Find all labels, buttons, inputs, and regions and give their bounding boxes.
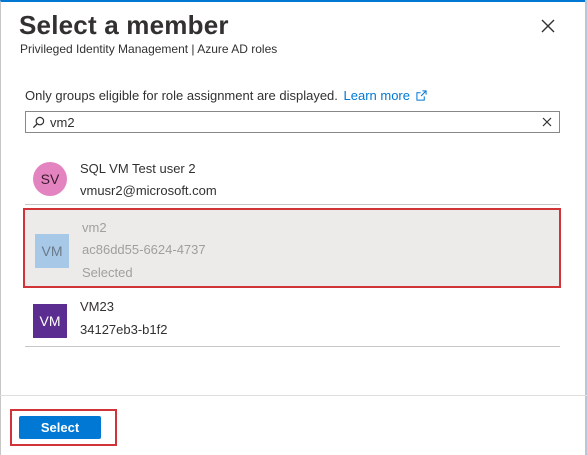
result-name: VM23 xyxy=(80,299,114,314)
avatar: VM xyxy=(33,304,67,338)
close-button[interactable] xyxy=(538,16,558,36)
external-link-icon xyxy=(416,90,427,101)
result-detail: vmusr2@microsoft.com xyxy=(80,183,217,198)
search-box[interactable]: vm2 xyxy=(25,111,560,133)
page-title: Select a member xyxy=(19,10,229,40)
select-button-highlight xyxy=(10,409,117,446)
info-message: Only groups eligible for role assignment… xyxy=(25,88,427,103)
clear-search-icon[interactable] xyxy=(542,117,552,127)
result-name: vm2 xyxy=(82,220,107,235)
search-input[interactable]: vm2 xyxy=(50,115,75,130)
avatar: VM xyxy=(35,234,69,268)
info-text: Only groups eligible for role assignment… xyxy=(25,88,338,103)
avatar: SV xyxy=(33,162,67,196)
result-name: SQL VM Test user 2 xyxy=(80,161,196,176)
result-item-vm2-selected[interactable]: VM vm2 ac86dd55-6624-4737 Selected xyxy=(23,208,561,288)
close-icon xyxy=(541,19,555,33)
page-subtitle: Privileged Identity Management | Azure A… xyxy=(20,42,278,56)
result-item-sql-vm-test-user-2[interactable]: SV SQL VM Test user 2 vmusr2@microsoft.c… xyxy=(25,150,560,205)
result-item-vm23[interactable]: VM VM23 34127eb3-b1f2 xyxy=(25,290,560,347)
learn-more-label: Learn more xyxy=(343,88,410,103)
result-status: Selected xyxy=(82,265,133,280)
result-detail: 34127eb3-b1f2 xyxy=(80,322,168,337)
footer-divider xyxy=(0,395,587,396)
learn-more-link[interactable]: Learn more xyxy=(344,88,427,103)
search-icon xyxy=(32,116,45,129)
result-detail: ac86dd55-6624-4737 xyxy=(82,242,206,257)
